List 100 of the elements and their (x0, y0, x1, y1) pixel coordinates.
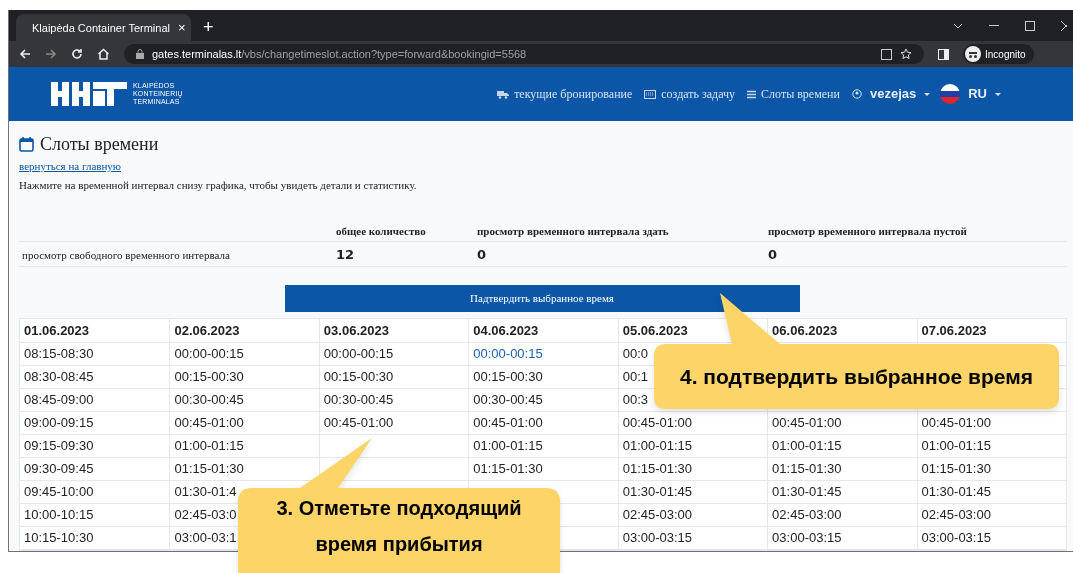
forward-icon[interactable] (45, 48, 57, 61)
flag-icon (940, 84, 961, 104)
time-slot[interactable]: 03:00-03:15 (622, 528, 693, 548)
list-icon (747, 89, 757, 99)
time-slot[interactable]: 00:00-00:15 (174, 344, 244, 364)
time-slot[interactable]: 00:45-01:00 (473, 413, 543, 433)
time-slot[interactable]: 01:30-01:45 (772, 482, 842, 502)
date-header: 01.06.2023 (24, 321, 90, 340)
nav-link[interactable]: создать задачу (644, 85, 736, 103)
time-slot[interactable]: 00:30-00:45 (174, 390, 244, 410)
truck-icon (497, 89, 510, 99)
time-slot[interactable]: 01:00-01:15 (473, 436, 543, 456)
time-slot[interactable]: 08:15-08:30 (24, 344, 94, 364)
back-link[interactable]: вернуться на главную (19, 158, 122, 175)
nav-link[interactable]: текущие бронирование (497, 85, 633, 103)
instruction-text: Нажмите на временной интервал снизу графика, чтобы увидеть детали и статистику. (19, 177, 418, 193)
time-slot[interactable]: 09:45-10:00 (24, 482, 94, 502)
back-icon[interactable] (19, 48, 31, 61)
column-header: просмотр временного интервала пустой (768, 225, 967, 237)
time-slot[interactable]: 01:15-01:30 (174, 459, 244, 479)
chevron-icon[interactable] (953, 22, 963, 29)
callout-text: время прибытия (315, 532, 483, 556)
time-slot[interactable]: 00:3 (622, 390, 648, 410)
time-slot[interactable]: 00:0 (622, 344, 648, 364)
time-slot[interactable]: 00:45-01:00 (772, 413, 842, 433)
url-text: gates.terminalas.lt/vbs/changetimeslot.action?type=forward&bookingid=5568 (152, 46, 527, 62)
maximize-icon[interactable] (1025, 20, 1035, 31)
confirm-button[interactable]: Падтвердить выбранное время (284, 285, 800, 312)
time-slot[interactable]: 01:15-01:30 (622, 459, 693, 479)
stat-value: 0 (768, 247, 778, 262)
callout-text: 4. подтвердить выбранное время (679, 363, 1033, 390)
column-header: общее количество (336, 225, 426, 237)
time-slot[interactable]: 01:00-01:15 (622, 436, 693, 456)
incognito-icon (965, 46, 981, 63)
time-slot[interactable]: 03:00-03:15 (772, 528, 842, 548)
time-slot[interactable]: 02:45-03:00 (772, 505, 842, 525)
date-header: 03.06.2023 (323, 321, 389, 340)
time-slot[interactable]: 08:30-08:45 (24, 367, 94, 387)
date-header: 02.06.2023 (174, 321, 240, 340)
keyboard-icon (644, 89, 657, 99)
time-slot[interactable]: 01:15-01:30 (473, 459, 543, 479)
time-slot[interactable]: 02:45-03:00 (622, 505, 693, 525)
column-header: просмотр временного интервала здать (477, 225, 669, 237)
time-slot[interactable]: 00:15-00:30 (174, 367, 244, 387)
page-title: Слоты времени (40, 132, 159, 156)
star-icon[interactable] (900, 48, 912, 61)
time-slot[interactable]: 00:15-00:30 (323, 367, 394, 387)
address-bar[interactable]: gates.terminalas.lt/vbs/changetimeslot.action?type=forward&bookingid=5568 (124, 44, 924, 65)
time-slot[interactable]: 01:00-01:15 (921, 436, 991, 456)
user-menu[interactable]: vezejas (851, 84, 931, 104)
close-tab-button[interactable]: × (178, 21, 186, 35)
callout-text: 3. Отметьте подходящий (276, 496, 522, 520)
time-slot[interactable]: 00:15-00:30 (473, 367, 543, 387)
logo-icon[interactable] (51, 82, 127, 106)
nav-link[interactable]: Слоты времени (747, 85, 840, 103)
home-icon[interactable] (97, 48, 110, 61)
time-slot[interactable]: 01:00-01:15 (772, 436, 842, 456)
stat-value: 0 (477, 247, 487, 262)
row-label: просмотр свободного временного интервала (22, 249, 230, 261)
browser-tab[interactable]: Klaipėda Container Terminal × (16, 14, 191, 42)
time-slot[interactable]: 03:00-03:1 (174, 528, 237, 548)
calendar-icon (19, 136, 34, 152)
time-slot[interactable]: 02:45-03:00 (921, 505, 991, 525)
reload-icon[interactable] (71, 48, 83, 61)
time-slot[interactable]: 00:1 (622, 367, 648, 387)
date-header: 07.06.2023 (921, 321, 987, 340)
time-slot[interactable]: 01:00-01:15 (174, 436, 244, 456)
time-slot[interactable]: 10:00-10:15 (24, 505, 94, 525)
incognito-badge[interactable]: Incognito (963, 44, 1034, 65)
time-slot[interactable]: 01:30-01:45 (921, 482, 991, 502)
time-slot[interactable]: 00:45-01:00 (622, 413, 693, 433)
time-slot[interactable]: 01:30-01:45 (622, 482, 693, 502)
user-icon (851, 89, 862, 99)
time-slot[interactable]: 01:15-01:30 (772, 459, 842, 479)
minimize-icon[interactable] (989, 24, 999, 27)
tab-title: Klaipėda Container Terminal (32, 20, 170, 36)
time-slot[interactable]: 01:30-01:4 (174, 482, 237, 502)
time-slot[interactable]: 00:45-01:00 (921, 413, 991, 433)
time-slot[interactable]: 00:30-00:45 (323, 390, 394, 410)
lock-icon (136, 49, 144, 60)
date-header: 06.06.2023 (772, 321, 838, 340)
sidebar-icon[interactable] (938, 48, 949, 60)
time-slot[interactable]: 01:15-01:30 (921, 459, 991, 479)
date-header: 05.06.2023 (622, 321, 688, 340)
time-slot[interactable]: 03:00-03:15 (921, 528, 991, 548)
stat-value: 12 (336, 247, 355, 262)
language-menu[interactable]: RU (940, 84, 1001, 104)
time-slot[interactable]: 09:15-09:30 (24, 436, 94, 456)
time-slot[interactable]: 09:00-09:15 (24, 413, 94, 433)
date-header: 04.06.2023 (473, 321, 539, 340)
time-slot[interactable]: 00:45-01:00 (174, 413, 244, 433)
time-slot[interactable]: 08:45-09:00 (24, 390, 94, 410)
time-slot[interactable]: 00:45-01:00 (323, 413, 394, 433)
time-slot[interactable]: 00:00-00:15 (323, 344, 394, 364)
time-slot[interactable]: 00:30-00:45 (473, 390, 543, 410)
time-slot[interactable]: 02:45-03:0 (174, 505, 237, 525)
time-slot[interactable]: 00:00-00:15 (473, 344, 543, 364)
time-slot[interactable]: 10:15-10:30 (24, 528, 94, 548)
time-slot[interactable]: 09:30-09:45 (24, 459, 94, 479)
new-tab-button[interactable]: + (203, 18, 214, 37)
